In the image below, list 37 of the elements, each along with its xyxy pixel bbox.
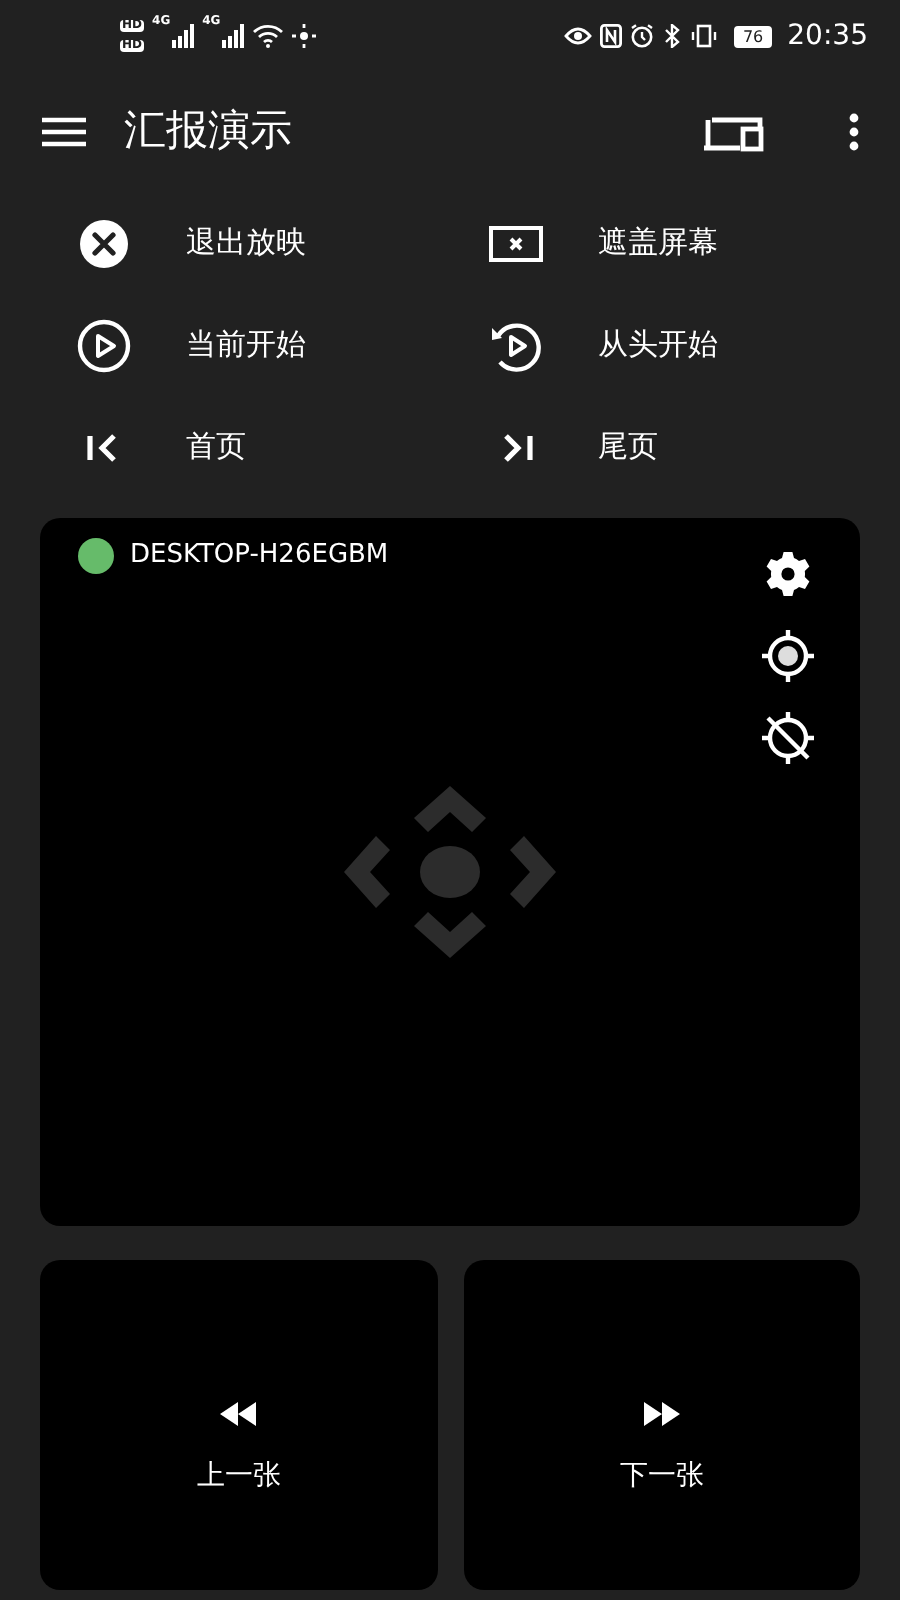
replay-icon	[488, 317, 544, 373]
touchpad-panel[interactable]: DESKTOP-H26EGBM	[40, 518, 860, 1226]
eye-icon	[564, 26, 593, 46]
vibrate-icon	[690, 24, 719, 48]
signal-icon	[170, 24, 195, 48]
device-name: DESKTOP-H26EGBM	[130, 538, 389, 574]
wifi-icon	[252, 24, 285, 48]
more-icon	[848, 112, 860, 152]
app-title: 汇报演示	[124, 104, 292, 159]
action-button[interactable]: 当前开始	[76, 294, 488, 396]
menu-button[interactable]	[40, 114, 88, 150]
target-icon	[760, 628, 816, 684]
slide-nav-button[interactable]: 上一张	[40, 1260, 437, 1590]
menu-icon	[40, 114, 88, 150]
alarm-icon	[630, 24, 655, 48]
target-off-icon	[760, 710, 816, 766]
bluetooth-icon	[662, 24, 683, 48]
action-button[interactable]: 首页	[76, 396, 488, 498]
locate-button[interactable]	[760, 628, 816, 684]
nfc-icon	[600, 24, 623, 48]
status-time: 20:35	[787, 17, 868, 55]
action-button[interactable]: 退出放映	[76, 192, 488, 294]
more-button[interactable]	[848, 112, 860, 152]
close-icon	[76, 215, 132, 271]
devices-icon	[704, 112, 764, 152]
action-button[interactable]: 尾页	[488, 396, 900, 498]
battery-icon: 76	[734, 25, 772, 47]
device-button[interactable]	[704, 112, 764, 152]
hotspot-icon	[292, 24, 317, 48]
rewind-icon	[218, 1399, 259, 1427]
play-icon	[76, 317, 132, 373]
action-button[interactable]: 从头开始	[488, 294, 900, 396]
fast-forward-icon	[641, 1399, 682, 1427]
signal-icon	[220, 24, 245, 48]
locate-off-button[interactable]	[760, 710, 816, 766]
slide-nav-button[interactable]: 下一张	[463, 1260, 860, 1590]
action-button[interactable]: 遮盖屏幕	[488, 192, 900, 294]
